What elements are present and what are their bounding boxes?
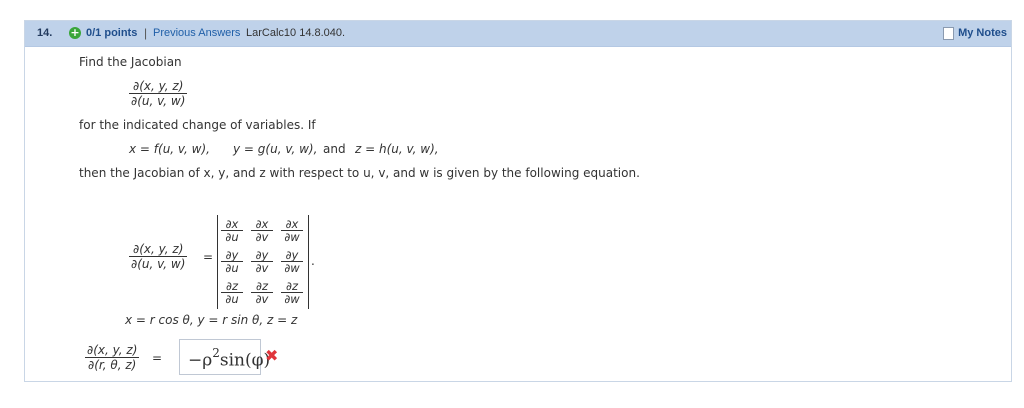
question-number: 14. — [37, 27, 53, 39]
matrix-cell: ∂x ∂w — [281, 218, 303, 243]
matrix-cell: ∂y ∂u — [221, 249, 243, 274]
problem-body: Find the Jacobian ∂(x, y, z) ∂(u, v, w) … — [25, 47, 1011, 381]
problem-reference: LarCalc10 14.8.040. — [246, 27, 346, 39]
jacobian-denominator: ∂(u, v, w) — [131, 94, 186, 108]
answer-numerator: ∂(x, y, z) — [85, 343, 140, 358]
question-header: 14. + 0/1 points | Previous Answers LarC… — [25, 21, 1011, 47]
equation-z: z = h(u, v, w), — [355, 142, 439, 156]
substitution-equations: x = r cos θ, y = r sin θ, z = z — [125, 313, 298, 327]
problem-line3: then the Jacobian of x, y, and z with re… — [79, 166, 640, 180]
answer-input[interactable]: −ρ2sin(φ) — [179, 339, 270, 375]
equation-x: x = f(u, v, w), — [129, 142, 210, 156]
jacobian-determinant: ∂x ∂u ∂x ∂v ∂x ∂w ∂y ∂u ∂y ∂v ∂y ∂w ∂z ∂u ∂z ∂v … — [217, 215, 309, 309]
expand-plus-icon[interactable]: + — [69, 27, 81, 39]
header-separator: | — [144, 26, 148, 40]
definition-numerator: ∂(x, y, z) — [129, 242, 188, 257]
matrix-cell: ∂y ∂v — [251, 249, 273, 274]
my-notes-button[interactable]: My Notes — [943, 25, 1007, 41]
matrix-cell: ∂z ∂w — [281, 280, 303, 305]
jacobian-fraction: ∂(x, y, z) ∂(u, v, w) — [129, 79, 188, 108]
answer-denominator: ∂(r, θ, z) — [88, 358, 137, 372]
definition-fraction: ∂(x, y, z) ∂(u, v, w) — [129, 242, 188, 271]
answer-equals: = — [152, 351, 163, 365]
problem-line2: for the indicated change of variables. I… — [79, 118, 316, 132]
matrix-cell: ∂z ∂v — [251, 280, 273, 305]
matrix-cell: ∂z ∂u — [221, 280, 243, 305]
equation-y: y = g(u, v, w), — [233, 142, 318, 156]
points-score: 0/1 points — [86, 27, 138, 39]
matrix-cell: ∂y ∂w — [281, 249, 303, 274]
matrix-cell: ∂x ∂u — [221, 218, 243, 243]
question-card: 14. + 0/1 points | Previous Answers LarC… — [24, 20, 1012, 382]
answer-value: −ρ2sin(φ) — [188, 346, 271, 371]
definition-denominator: ∂(u, v, w) — [131, 257, 186, 271]
equation-and: and — [323, 142, 346, 156]
jacobian-numerator: ∂(x, y, z) — [129, 79, 188, 94]
matrix-cell: ∂x ∂v — [251, 218, 273, 243]
notes-icon — [943, 26, 955, 40]
definition-equals: = — [203, 250, 214, 264]
incorrect-x-icon: ✖ — [265, 346, 279, 365]
previous-answers-link[interactable]: Previous Answers — [153, 27, 240, 39]
answer-fraction: ∂(x, y, z) ∂(r, θ, z) — [85, 343, 140, 372]
my-notes-label: My Notes — [958, 27, 1007, 39]
definition-period: . — [311, 254, 315, 268]
problem-intro: Find the Jacobian — [79, 55, 182, 69]
